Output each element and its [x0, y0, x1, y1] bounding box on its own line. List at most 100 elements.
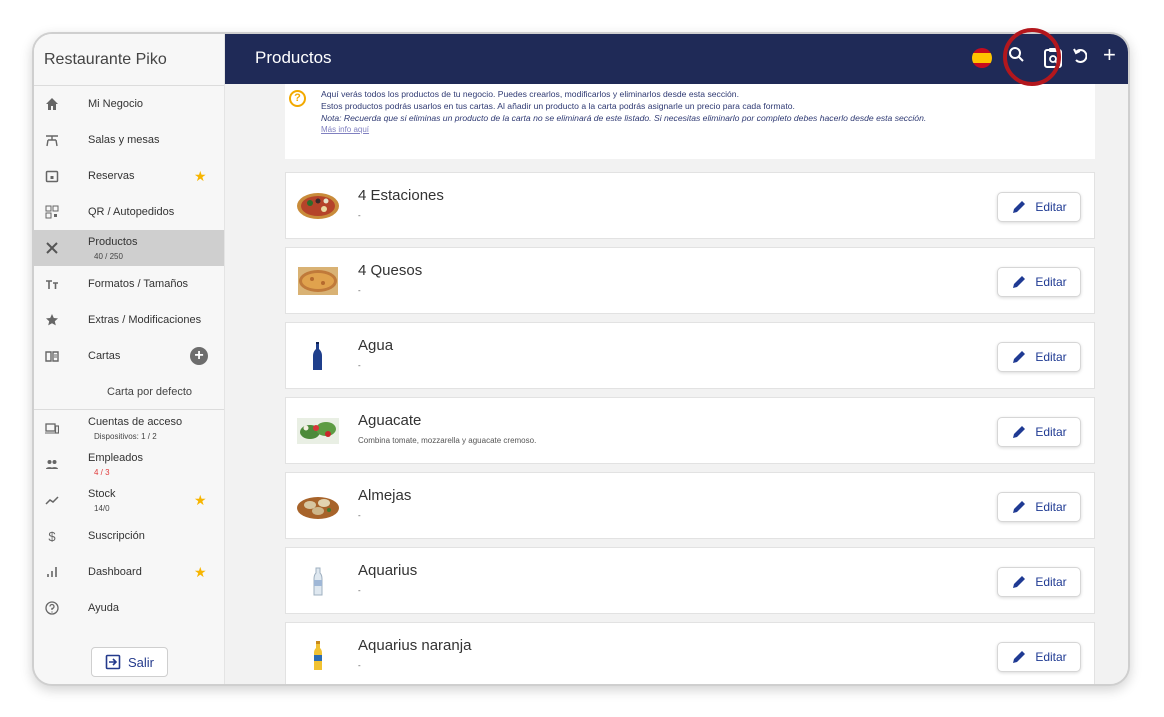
sidebar-item-label: Reservas	[88, 170, 135, 182]
sidebar-item-count: Dispositivos: 1 / 2	[94, 432, 157, 441]
edit-button[interactable]: Editar	[997, 417, 1081, 447]
logout-label: Salir	[127, 654, 154, 670]
menu-book-icon	[44, 348, 60, 364]
text-size-icon	[44, 276, 60, 292]
edit-button[interactable]: Editar	[997, 642, 1081, 672]
page-title: Productos	[255, 48, 332, 67]
sidebar-item-extras-modificaciones[interactable]: Extras / Modificaciones	[34, 302, 224, 338]
edit-button[interactable]: Editar	[997, 567, 1081, 597]
top-bar: Productos +	[225, 34, 1128, 84]
product-name: 4 Quesos	[358, 262, 423, 279]
edit-button[interactable]: Editar	[997, 342, 1081, 372]
sidebar-item-cartas[interactable]: Cartas +	[34, 338, 224, 374]
pencil-icon	[1013, 351, 1026, 363]
edit-label: Editar	[1035, 425, 1067, 439]
pencil-icon	[1013, 426, 1026, 438]
highlight-circle	[1003, 28, 1061, 86]
info-line-2: Estos productos podrás usarlos en tus ca…	[321, 101, 795, 111]
sidebar-item-label: Stock	[88, 488, 116, 500]
nav-group-main: Mi Negocio Salas y mesas Reservas ★ QR / Aut…	[34, 86, 224, 374]
utensils-icon	[44, 240, 60, 256]
pencil-icon	[1013, 201, 1026, 213]
sidebar-item-dashboard[interactable]: Dashboard ★	[34, 554, 224, 590]
product-description: -	[358, 286, 361, 295]
refresh-icon[interactable]	[1073, 46, 1088, 72]
edit-label: Editar	[1035, 650, 1067, 664]
sidebar-item-mi-negocio[interactable]: Mi Negocio	[34, 86, 224, 122]
edit-label: Editar	[1035, 350, 1067, 364]
edit-label: Editar	[1035, 575, 1067, 589]
sidebar-item-label: QR / Autopedidos	[88, 206, 175, 218]
language-flag-icon[interactable]	[972, 48, 992, 68]
sidebar-item-count: 4 / 3	[94, 468, 110, 477]
sidebar-item-label: Empleados	[88, 452, 144, 464]
sidebar-item-count: 14/0	[94, 504, 110, 513]
restaurant-name: Restaurante Piko	[34, 34, 224, 86]
sidebar-item-formatos-tamanos[interactable]: Formatos / Tamaños	[34, 266, 224, 302]
product-description: -	[358, 361, 361, 370]
calendar-icon	[44, 168, 60, 184]
sidebar-item-label: Dashboard	[88, 566, 142, 578]
product-description: Combina tomate, mozzarella y aguacate cr…	[358, 436, 537, 445]
product-description: -	[358, 586, 361, 595]
sidebar-item-reservas[interactable]: Reservas ★	[34, 158, 224, 194]
product-card: Aquarius - Editar	[285, 547, 1095, 614]
product-description: -	[358, 511, 361, 520]
product-image	[296, 339, 340, 373]
pencil-icon	[1013, 501, 1026, 513]
sidebar: Restaurante Piko Mi Negocio Salas y mesas…	[34, 34, 225, 684]
star-icon: ★	[194, 491, 207, 508]
pencil-icon	[1013, 651, 1026, 663]
product-description: -	[358, 211, 361, 220]
edit-button[interactable]: Editar	[997, 192, 1081, 222]
edit-button[interactable]: Editar	[997, 492, 1081, 522]
people-icon	[44, 456, 60, 472]
sidebar-item-salas-y-mesas[interactable]: Salas y mesas	[34, 122, 224, 158]
product-description: -	[358, 661, 361, 670]
sidebar-item-count: 40 / 250	[94, 252, 123, 261]
app-window: Restaurante Piko Mi Negocio Salas y mesas…	[32, 32, 1130, 686]
help-icon: ?	[289, 90, 306, 107]
sidebar-item-label: Extras / Modificaciones	[88, 314, 202, 326]
product-image	[296, 639, 340, 673]
sidebar-item-ayuda[interactable]: Ayuda	[34, 590, 224, 626]
sidebar-item-label: Cartas	[88, 350, 121, 362]
sidebar-item-suscripcion[interactable]: $ Suscripción	[34, 518, 224, 554]
qr-code-icon	[44, 204, 60, 220]
sidebar-item-label: Productos	[88, 236, 138, 248]
logout-icon	[105, 654, 121, 670]
sidebar-item-label: Cuentas de acceso	[88, 416, 183, 428]
sidebar-item-productos[interactable]: Productos 40 / 250	[34, 230, 224, 266]
star-icon: ★	[194, 167, 207, 184]
more-info-link[interactable]: Más info aquí	[321, 124, 1085, 136]
devices-icon	[44, 420, 60, 436]
product-card: Almejas - Editar	[285, 472, 1095, 539]
dollar-icon: $	[48, 528, 56, 544]
pencil-icon	[1013, 576, 1026, 588]
logout-button[interactable]: Salir	[91, 647, 168, 677]
sidebar-item-label: Formatos / Tamaños	[88, 278, 189, 290]
star-icon	[44, 312, 60, 328]
help-icon	[44, 600, 60, 616]
edit-button[interactable]: Editar	[997, 267, 1081, 297]
nav-group-account: Cuentas de acceso Dispositivos: 1 / 2 Empl…	[34, 410, 224, 626]
product-name: Agua	[358, 337, 394, 354]
default-menu-link[interactable]: Carta por defecto	[34, 374, 224, 410]
add-icon[interactable]: +	[1103, 44, 1116, 66]
sidebar-item-qr-autopedidos[interactable]: QR / Autopedidos	[34, 194, 224, 230]
info-note: Nota: Recuerda que si eliminas un produc…	[321, 113, 927, 123]
edit-label: Editar	[1035, 500, 1067, 514]
sidebar-item-stock[interactable]: Stock 14/0 ★	[34, 482, 224, 518]
add-menu-icon[interactable]: +	[190, 347, 208, 365]
star-icon: ★	[194, 563, 207, 580]
product-name: Aguacate	[358, 412, 422, 429]
sidebar-item-empleados[interactable]: Empleados 4 / 3	[34, 446, 224, 482]
main-content: ? Aquí verás todos los productos de tu n…	[225, 84, 1128, 684]
product-name: Almejas	[358, 487, 412, 504]
sidebar-item-cuentas-de-acceso[interactable]: Cuentas de acceso Dispositivos: 1 / 2	[34, 410, 224, 446]
product-name: 4 Estaciones	[358, 187, 444, 204]
product-name: Aquarius naranja	[358, 637, 472, 654]
product-card: Agua - Editar	[285, 322, 1095, 389]
product-image	[296, 564, 340, 598]
edit-label: Editar	[1035, 200, 1067, 214]
